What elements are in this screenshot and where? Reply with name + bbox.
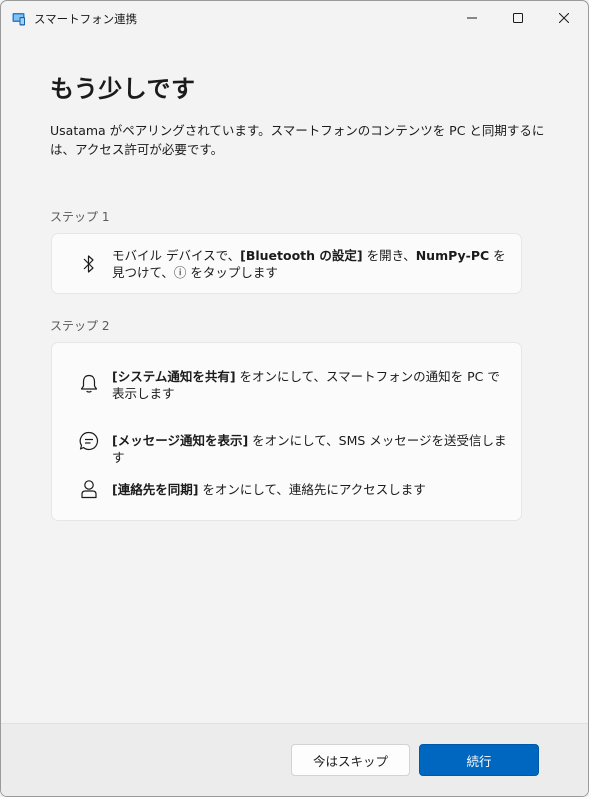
minimize-button[interactable] <box>449 1 495 35</box>
page-title: もう少しです <box>50 75 196 103</box>
bell-icon <box>78 373 100 395</box>
app-window: スマートフォン連携 もう少しです Usatama がペアリングされています。スマ… <box>0 0 589 797</box>
phone-link-app-icon <box>12 11 26 26</box>
window-title: スマートフォン連携 <box>34 12 138 26</box>
step1-instruction: モバイル デバイスで、[Bluetooth の設定] を開き、NumPy-PC … <box>52 234 521 295</box>
minimize-icon <box>467 17 477 19</box>
intro-text: Usatama がペアリングされています。スマートフォンのコンテンツを PC と… <box>50 123 545 157</box>
contact-icon <box>78 478 100 500</box>
maximize-icon <box>513 13 523 23</box>
maximize-button[interactable] <box>495 1 541 35</box>
step2-card: [システム通知を共有] をオンにして、スマートフォンの通知を PC で表示します… <box>51 342 522 521</box>
step2-label: ステップ 2 <box>50 319 110 333</box>
skip-button[interactable]: 今はスキップ <box>291 744 410 776</box>
bluetooth-icon <box>78 253 100 275</box>
step1-card: モバイル デバイスで、[Bluetooth の設定] を開き、NumPy-PC … <box>51 233 522 294</box>
continue-button[interactable]: 続行 <box>419 744 539 776</box>
footer-bar: 今はスキップ 続行 <box>1 723 588 796</box>
close-button[interactable] <box>541 1 587 35</box>
title-bar[interactable]: スマートフォン連携 <box>1 1 588 35</box>
step1-text: モバイル デバイスで、[Bluetooth の設定] を開き、NumPy-PC … <box>112 248 506 280</box>
close-icon <box>559 13 569 23</box>
step1-label: ステップ 1 <box>50 210 110 224</box>
message-icon <box>78 430 100 452</box>
